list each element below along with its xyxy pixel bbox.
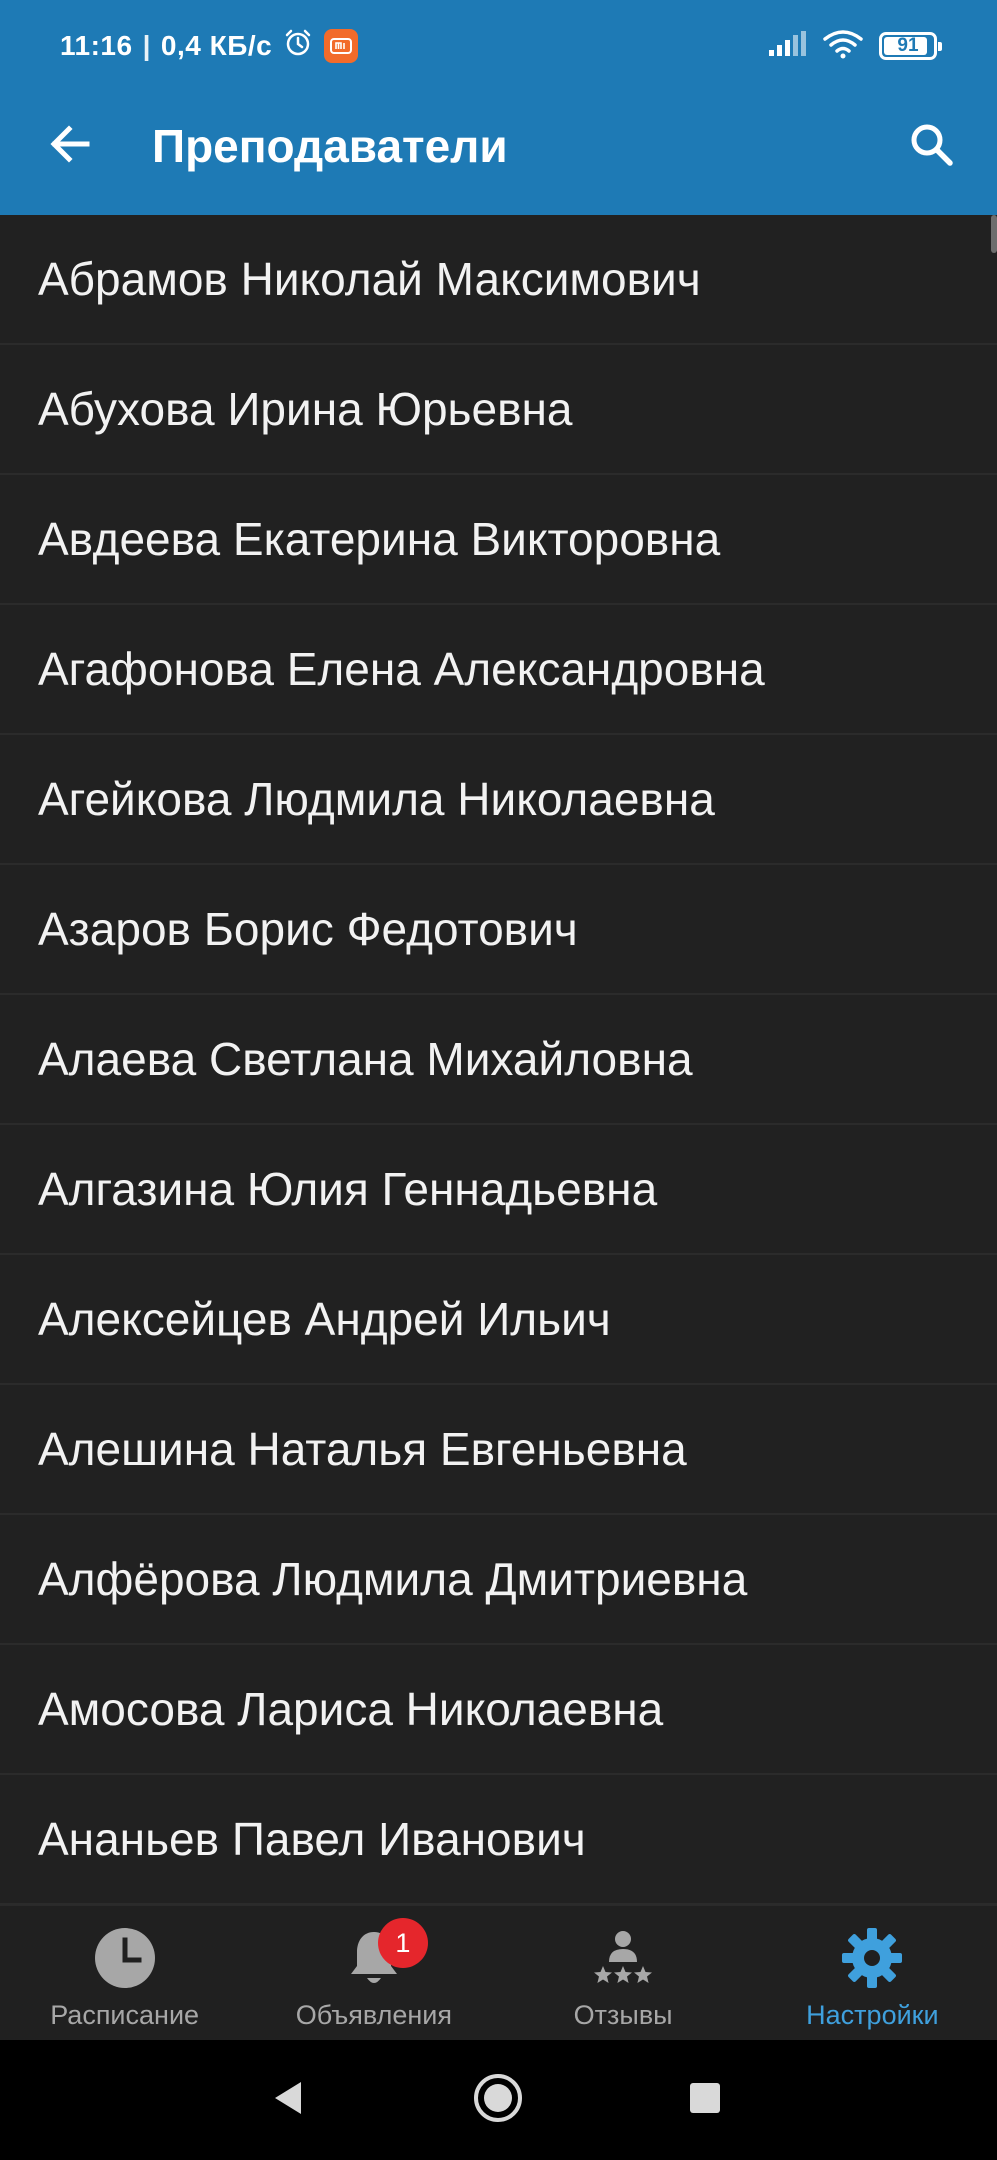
system-navigation-bar — [0, 2040, 997, 2160]
system-recents-button[interactable] — [675, 2070, 735, 2130]
teacher-list-item[interactable]: Авдеева Екатерина Викторовна — [0, 475, 997, 605]
nav-item-reviews[interactable]: Отзывы — [499, 1906, 748, 2040]
back-triangle-icon — [269, 2078, 309, 2123]
home-circle-icon — [472, 2072, 524, 2129]
nav-label-announcements: Объявления — [295, 2000, 452, 2030]
back-button[interactable] — [38, 114, 102, 178]
teacher-list-item[interactable]: Алешина Наталья Евгеньевна — [0, 1385, 997, 1515]
top-bar: 11:16 | 0,4 КБ/с 91 Преподаватели — [0, 0, 997, 215]
status-bar: 11:16 | 0,4 КБ/с 91 — [0, 0, 997, 92]
arrow-back-icon — [47, 121, 93, 172]
recents-square-icon — [687, 2080, 723, 2121]
alarm-clock-icon — [282, 27, 314, 66]
teacher-list-item[interactable]: Амосова Лариса Николаевна — [0, 1645, 997, 1775]
nav-label-settings: Настройки — [806, 2000, 939, 2030]
app-screen: 11:16 | 0,4 КБ/с 91 Преподаватели Абрамо… — [0, 0, 997, 2160]
gear-icon — [840, 1926, 904, 1990]
wifi-icon — [823, 29, 863, 64]
battery-tip — [938, 42, 942, 51]
status-time: 11:16 — [60, 30, 133, 61]
signal-icon — [767, 30, 807, 63]
battery-level: 91 — [897, 35, 919, 56]
teacher-list-item[interactable]: Агафонова Елена Александровна — [0, 605, 997, 735]
system-home-button[interactable] — [468, 2070, 528, 2130]
nav-item-schedule[interactable]: Расписание — [0, 1906, 249, 2040]
nav-label-schedule: Расписание — [50, 2000, 200, 2030]
status-right: 91 — [767, 26, 942, 66]
status-separator: | — [142, 30, 151, 61]
bell-icon: 1 — [342, 1918, 428, 1990]
teacher-list[interactable]: Абрамов Николай Максимович Абухова Ирина … — [0, 215, 997, 1905]
teacher-list-item[interactable]: Абухова Ирина Юрьевна — [0, 345, 997, 475]
clock-icon — [93, 1926, 157, 1990]
search-icon — [907, 120, 955, 173]
notification-badge: 1 — [377, 1918, 428, 1968]
status-left: 11:16 | 0,4 КБ/с — [60, 26, 359, 66]
teacher-list-item[interactable]: Алфёрова Людмила Дмитриевна — [0, 1515, 997, 1645]
reviews-icon — [591, 1926, 655, 1990]
teacher-list-item[interactable]: Алгазина Юлия Геннадьевна — [0, 1125, 997, 1255]
teacher-list-item[interactable]: Абрамов Николай Максимович — [0, 215, 997, 345]
system-back-button[interactable] — [259, 2070, 319, 2130]
teacher-list-item[interactable]: Алексейцев Андрей Ильич — [0, 1255, 997, 1385]
status-network-speed: 0,4 КБ/с — [160, 30, 273, 61]
nav-label-reviews: Отзывы — [573, 2000, 673, 2030]
bottom-navigation: Расписание 1 Объявления Отзывы Настройки — [0, 1905, 997, 2040]
mi-app-icon — [324, 29, 359, 63]
teacher-list-item[interactable]: Азаров Борис Федотович — [0, 865, 997, 995]
app-bar: Преподаватели — [0, 92, 997, 215]
teacher-list-item[interactable]: Агейкова Людмила Николаевна — [0, 735, 997, 865]
page-title: Преподаватели — [152, 120, 508, 172]
battery-icon: 91 — [879, 32, 942, 60]
teacher-list-item[interactable]: Алаева Светлана Михайловна — [0, 995, 997, 1125]
search-button[interactable] — [899, 114, 963, 178]
teacher-list-item[interactable]: Ананьев Павел Иванович — [0, 1775, 997, 1905]
nav-item-announcements[interactable]: 1 Объявления — [249, 1906, 498, 2040]
nav-item-settings[interactable]: Настройки — [748, 1906, 997, 2040]
scrollbar-thumb[interactable] — [991, 215, 997, 253]
